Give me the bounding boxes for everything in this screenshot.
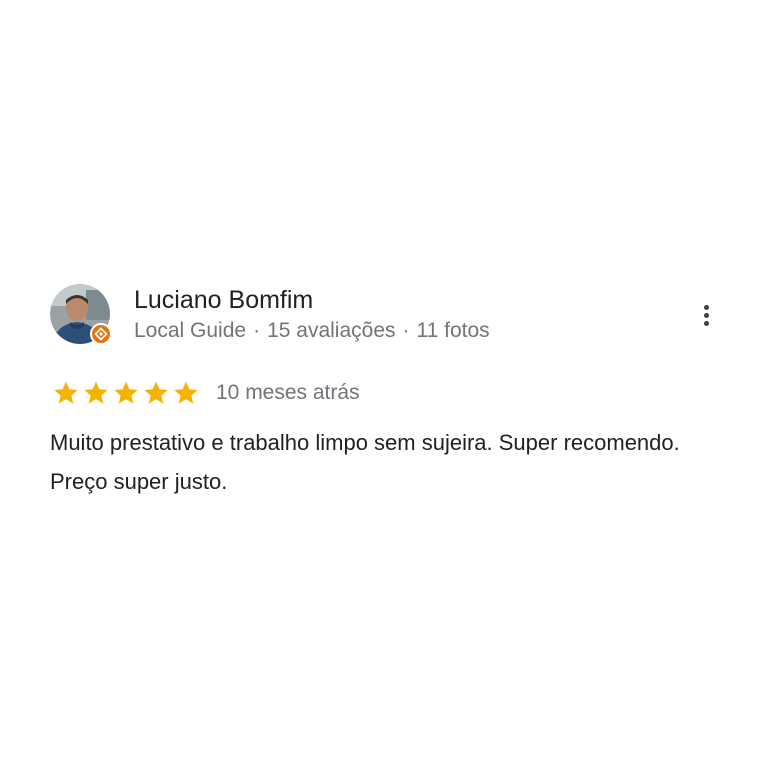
author-meta: Local Guide · 15 avaliações · 11 fotos — [134, 318, 490, 344]
author-avatar[interactable] — [50, 284, 112, 345]
review-card: Luciano Bomfim Local Guide · 15 avaliações… — [50, 283, 730, 494]
local-guide-label: Local Guide — [134, 319, 247, 342]
review-header: Luciano Bomfim Local Guide · 15 avaliações… — [50, 283, 730, 347]
review-text: Muito prestativo e trabalho limpo sem su… — [50, 430, 680, 494]
author-name[interactable]: Luciano Bomfim — [134, 285, 313, 315]
more-vert-icon-dot — [703, 320, 709, 326]
star-icon — [84, 381, 108, 404]
star-icon — [54, 381, 78, 404]
more-vert-icon — [703, 304, 709, 310]
star-icon — [114, 381, 138, 404]
review-time: 10 meses atrás — [216, 381, 360, 404]
meta-separator: · — [253, 319, 261, 342]
star-icon — [174, 381, 198, 404]
photo-count: 11 fotos — [416, 319, 490, 342]
more-options-button[interactable] — [694, 299, 718, 331]
local-guide-badge-icon — [90, 323, 112, 345]
rating-row: 10 meses atrás — [52, 378, 360, 408]
review-count: 15 avaliações — [267, 319, 396, 342]
more-vert-icon-dot — [703, 312, 709, 318]
star-icon — [144, 381, 168, 404]
star-rating — [52, 379, 200, 407]
meta-separator: · — [402, 319, 410, 342]
